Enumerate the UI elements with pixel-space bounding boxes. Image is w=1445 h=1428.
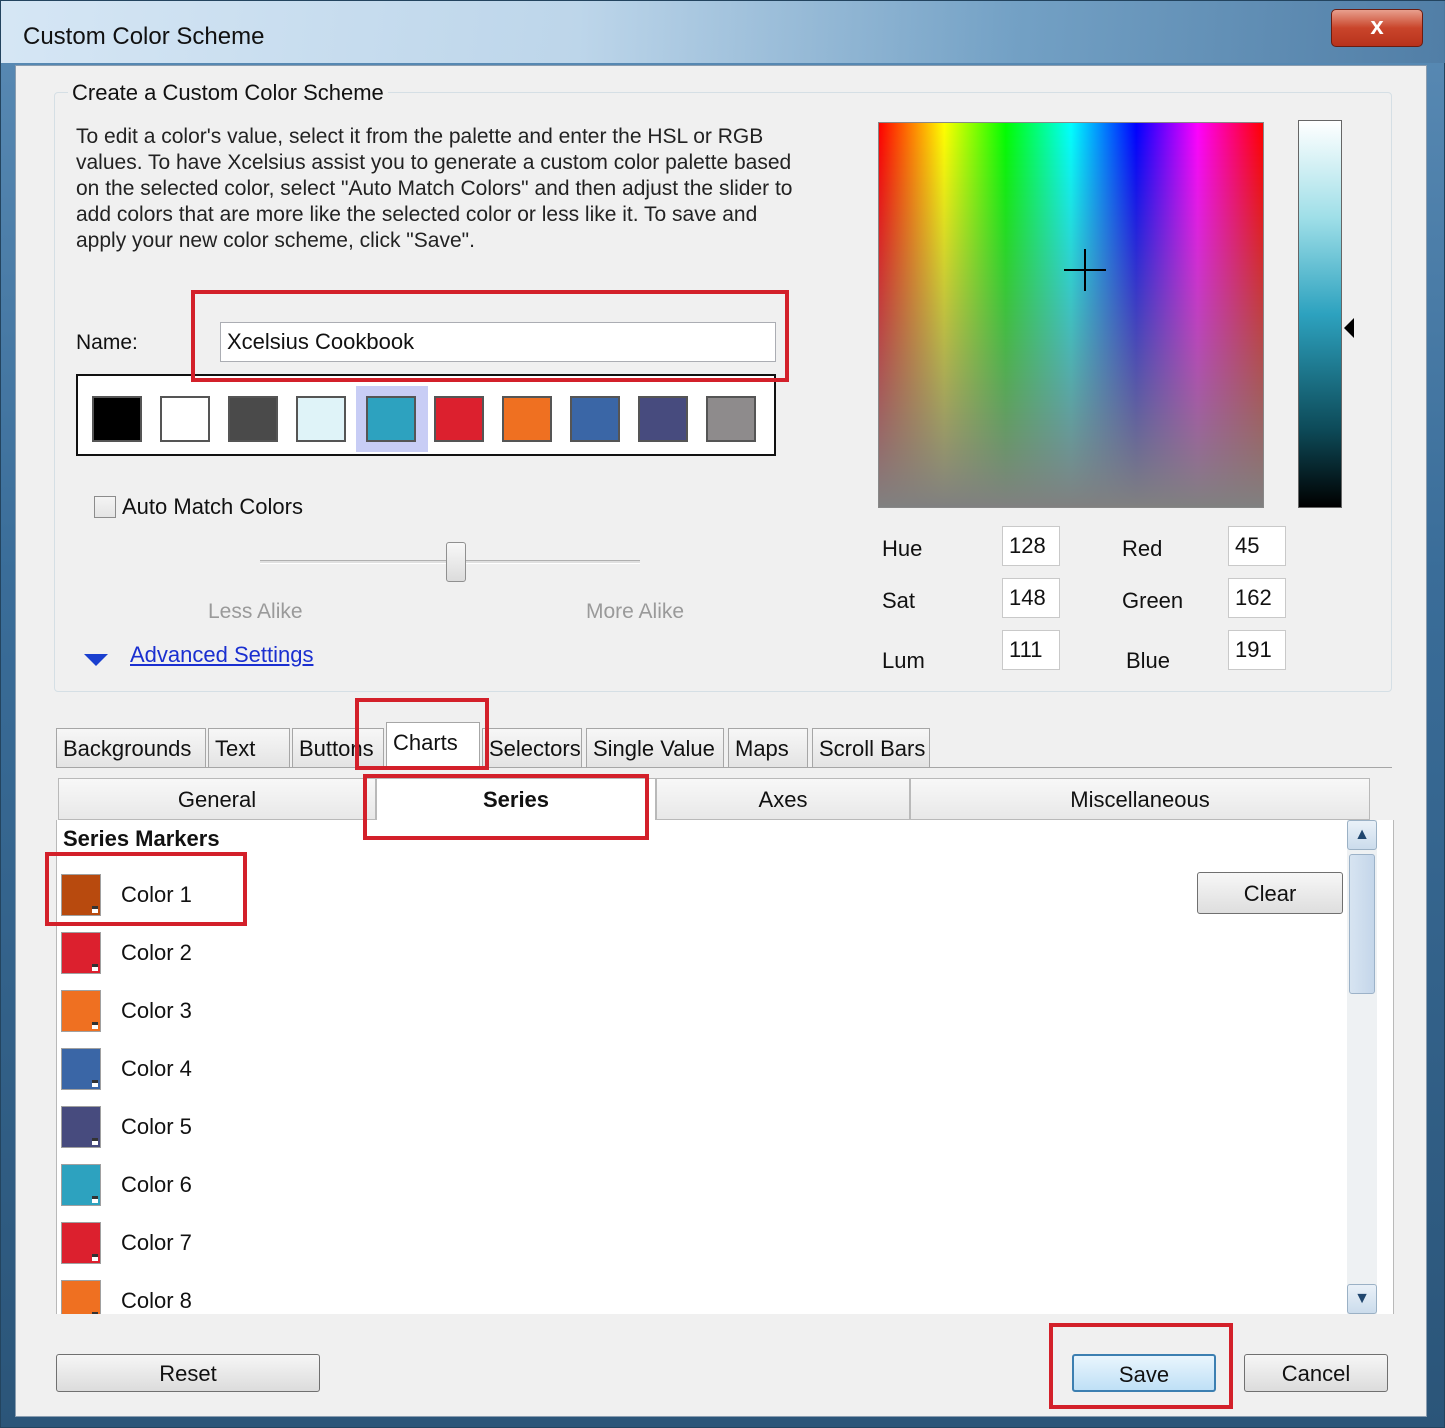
alike-slider-thumb[interactable] [446,542,466,582]
title-bar: Custom Color Scheme x [1,1,1445,63]
series-color-label: Color 8 [121,1288,192,1313]
color-picker-swatch[interactable] [61,1106,101,1148]
luminance-slider[interactable] [1298,120,1342,508]
color-picker-swatch[interactable] [61,932,101,974]
luminance-pointer-icon[interactable] [1344,318,1354,338]
blue-input[interactable]: 191 [1228,630,1286,670]
auto-match-checkbox[interactable] [94,496,116,518]
cancel-button[interactable]: Cancel [1244,1354,1388,1392]
green-label: Green [1122,588,1184,613]
tab-scroll-bars[interactable]: Scroll Bars [812,728,930,768]
highlight-color-1 [45,852,247,926]
color-picker-swatch[interactable] [61,1280,101,1314]
palette-swatch[interactable] [296,396,346,442]
chevron-down-icon[interactable] [84,654,108,666]
series-color-row[interactable]: Color 2 [57,932,357,982]
window-title: Custom Color Scheme [23,23,265,50]
tab-selectors[interactable]: Selectors [482,728,582,768]
series-color-label: Color 5 [121,1114,192,1139]
lum-label: Lum [882,648,925,673]
lum-input[interactable]: 111 [1002,630,1060,670]
close-icon: x [1370,13,1384,40]
tab-text[interactable]: Text [208,728,290,768]
color-picker-swatch[interactable] [61,1164,101,1206]
series-color-row[interactable]: Color 7 [57,1222,357,1272]
group-title: Create a Custom Color Scheme [68,80,388,106]
highlight-series-subtab [363,774,649,840]
series-color-row[interactable]: Color 8 [57,1280,357,1314]
palette-swatch[interactable] [434,396,484,442]
auto-match-label: Auto Match Colors [122,494,303,519]
crosshair-icon-vertical [1084,249,1086,291]
name-label: Name: [76,331,138,354]
reset-button[interactable]: Reset [56,1354,320,1392]
subtab-axes[interactable]: Axes [656,778,910,820]
sat-label: Sat [882,588,916,613]
advanced-settings-link[interactable]: Advanced Settings [130,642,313,668]
palette-swatch[interactable] [502,396,552,442]
scroll-down-arrow-icon[interactable]: ▼ [1347,1284,1377,1314]
series-color-label: Color 7 [121,1230,192,1255]
series-color-label: Color 6 [121,1172,192,1197]
palette-swatch[interactable] [570,396,620,442]
tab-single-value[interactable]: Single Value [586,728,724,768]
series-color-row[interactable]: Color 4 [57,1048,357,1098]
palette-swatch[interactable] [638,396,688,442]
color-palette [76,374,776,456]
blue-label: Blue [1126,648,1171,673]
vertical-scrollbar[interactable]: ▲ ▼ [1347,820,1377,1314]
palette-swatch[interactable] [228,396,278,442]
palette-swatch[interactable] [92,396,142,442]
scroll-up-arrow-icon[interactable]: ▲ [1347,820,1377,850]
close-button[interactable]: x [1331,9,1423,47]
series-markers-title: Series Markers [63,826,220,851]
series-color-row[interactable]: Color 6 [57,1164,357,1214]
red-label: Red [1122,536,1163,561]
color-spectrum-picker[interactable] [878,122,1264,508]
color-picker-swatch[interactable] [61,1222,101,1264]
series-panel: Series Markers Color 1 Color 2 Color 3 C… [56,820,1394,1314]
tab-maps[interactable]: Maps [728,728,808,768]
highlight-save-button [1049,1323,1233,1409]
highlight-name-field [191,290,789,382]
dialog-client: Create a Custom Color Scheme To edit a c… [15,65,1427,1417]
palette-swatch[interactable] [366,396,416,442]
hue-label: Hue [882,536,923,561]
highlight-charts-tab [355,698,489,770]
series-color-label: Color 4 [121,1056,192,1081]
subtab-miscellaneous[interactable]: Miscellaneous [910,778,1370,820]
more-alike-label: More Alike [586,600,685,623]
tab-backgrounds[interactable]: Backgrounds [56,728,206,768]
palette-swatch[interactable] [706,396,756,442]
red-input[interactable]: 45 [1228,526,1286,566]
tab-divider [56,767,1392,768]
series-color-row[interactable]: Color 5 [57,1106,357,1156]
sat-input[interactable]: 148 [1002,578,1060,618]
clear-button[interactable]: Clear [1197,872,1343,914]
series-color-label: Color 3 [121,998,192,1023]
palette-swatch[interactable] [160,396,210,442]
subtab-general[interactable]: General [58,778,376,820]
scroll-thumb[interactable] [1349,854,1375,994]
color-picker-swatch[interactable] [61,1048,101,1090]
series-color-label: Color 2 [121,940,192,965]
series-color-row[interactable]: Color 3 [57,990,357,1040]
hue-input[interactable]: 128 [1002,526,1060,566]
color-picker-swatch[interactable] [61,990,101,1032]
less-alike-label: Less Alike [208,600,303,623]
instructions-text: To edit a color's value, select it from … [76,125,793,252]
dialog-window: Custom Color Scheme x Create a Custom Co… [0,0,1445,1428]
green-input[interactable]: 162 [1228,578,1286,618]
